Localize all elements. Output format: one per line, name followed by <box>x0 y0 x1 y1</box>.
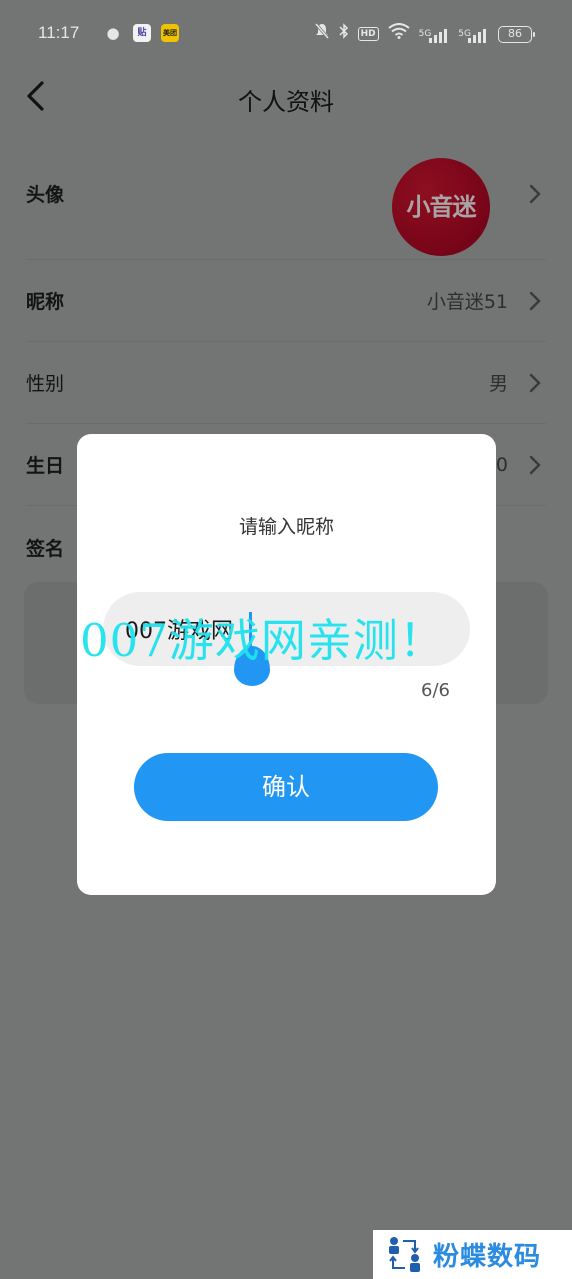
row-avatar[interactable]: 头像 小音迷 <box>26 128 546 260</box>
watermark-text: 007游戏网亲测！ <box>80 614 445 667</box>
chevron-right-icon <box>529 373 541 392</box>
signal-5g-icon: 5G <box>419 29 450 43</box>
row-value: 0 <box>495 453 508 476</box>
hd-icon: HD <box>357 27 379 41</box>
row-label: 昵称 <box>26 291 65 313</box>
dialog-title: 请输入昵称 <box>238 516 334 538</box>
row-label: 签名 <box>26 537 65 560</box>
row-value: 男 <box>488 373 508 395</box>
confirm-button[interactable]: 确认 <box>134 753 438 821</box>
tieba-icon: 贴 <box>133 24 151 42</box>
row-label: 性别 <box>26 373 65 395</box>
bluetooth-icon <box>339 22 349 46</box>
mute-icon <box>314 22 330 46</box>
avatar[interactable]: 小音迷 <box>392 158 490 256</box>
row-nickname[interactable]: 昵称 小音迷51 <box>26 260 546 342</box>
meituan-icon: 美团 <box>161 24 179 42</box>
wechat-icon: ● <box>106 24 120 42</box>
chevron-right-icon <box>529 455 541 474</box>
brand-badge: 粉蝶数码 <box>373 1230 572 1279</box>
chevron-right-icon <box>529 184 541 203</box>
brand-logo-icon <box>389 1236 420 1272</box>
signal-5g-icon: 5G <box>458 29 489 43</box>
row-value: 小音迷51 <box>426 291 508 313</box>
row-label: 生日 <box>26 455 65 477</box>
character-counter: 6/6 <box>421 680 450 701</box>
status-time: 11:17 <box>38 23 80 42</box>
nav-bar: 个人资料 <box>0 68 572 128</box>
chevron-right-icon <box>529 291 541 310</box>
row-gender[interactable]: 性别 男 <box>26 342 546 424</box>
status-bar: 11:17 ● 贴 美团 HD 5G 5G 86 <box>0 0 572 68</box>
row-label: 头像 <box>26 184 65 206</box>
battery-icon: 86 <box>498 25 535 43</box>
page-title: 个人资料 <box>238 88 334 116</box>
brand-text: 粉蝶数码 <box>433 1242 542 1272</box>
wifi-icon <box>387 23 410 45</box>
